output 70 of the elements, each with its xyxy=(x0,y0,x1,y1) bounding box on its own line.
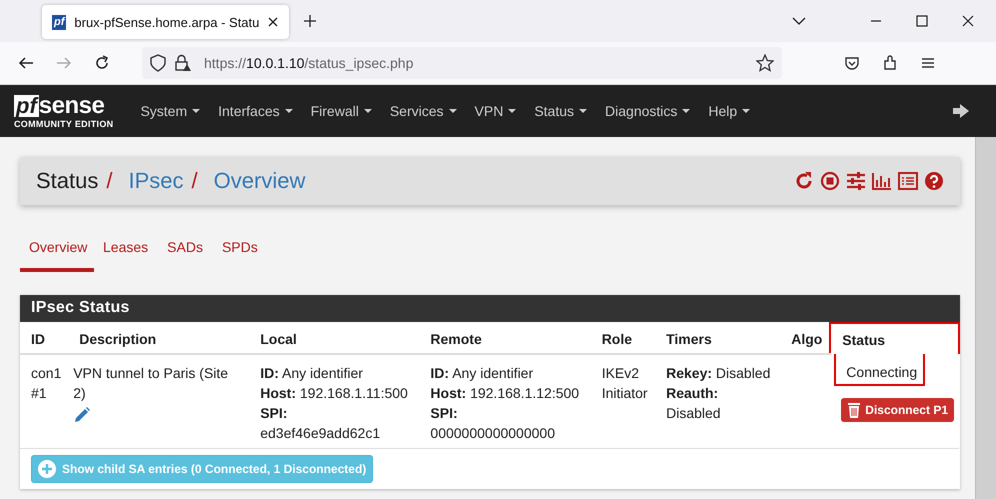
logout-icon[interactable] xyxy=(952,103,970,119)
breadcrumb-text: Status xyxy=(36,168,98,194)
role-text: Initiator xyxy=(602,384,649,403)
nav-menu[interactable]: VPN xyxy=(466,103,526,119)
new-tab-icon[interactable] xyxy=(303,14,318,28)
pfsense-logo[interactable]: pfsense COMMUNITY EDITION xyxy=(14,93,114,129)
column-header: Description xyxy=(68,323,250,354)
column-header: Local xyxy=(249,323,420,354)
edit-pencil-icon[interactable] xyxy=(73,406,92,424)
help-icon[interactable] xyxy=(924,171,944,191)
tab[interactable]: SPDs xyxy=(212,235,268,272)
breadcrumb-separator: / xyxy=(106,168,112,194)
stop-icon[interactable] xyxy=(820,171,840,191)
pocket-icon[interactable] xyxy=(844,55,860,71)
tab[interactable]: Overview xyxy=(20,235,94,272)
star-icon[interactable] xyxy=(756,54,774,72)
nav-menu[interactable]: Status xyxy=(525,103,596,119)
plus-circle-icon xyxy=(38,460,56,478)
column-header: Remote xyxy=(419,323,591,354)
field-line: SPI: xyxy=(430,404,459,423)
shield-icon xyxy=(150,54,166,72)
disconnect-button[interactable]: Disconnect P1 xyxy=(841,398,954,422)
status-text: Connecting xyxy=(834,354,926,386)
field-line: ID: Any identifier xyxy=(430,364,534,383)
close-icon[interactable] xyxy=(267,16,280,28)
scrollbar[interactable] xyxy=(975,137,996,499)
nav-menu[interactable]: Help xyxy=(699,103,760,119)
field-line: Rekey: Disabled xyxy=(666,364,772,383)
column-header: Timers xyxy=(655,323,780,354)
nav-menu[interactable]: System xyxy=(131,103,210,119)
lock-warning-icon xyxy=(174,54,192,72)
panel-title: IPsec Status xyxy=(20,295,960,322)
spi-value: ed3ef46e9add62c1 xyxy=(260,424,382,443)
timer-value: Disabled xyxy=(666,404,722,423)
maximize-icon[interactable] xyxy=(916,15,928,27)
spi-value: 0000000000000000 xyxy=(430,424,556,443)
browser-tab[interactable]: pf brux-pfSense.home.arpa - Statu xyxy=(42,5,290,39)
nav-menu[interactable]: Diagnostics xyxy=(596,103,700,119)
column-header: Role xyxy=(590,323,656,354)
column-header: ID xyxy=(20,323,68,354)
close-icon[interactable] xyxy=(962,15,974,27)
address-field[interactable]: https://10.0.1.10/status_ipsec.php xyxy=(142,47,782,79)
list-icon[interactable] xyxy=(898,171,918,191)
dropdown-icon[interactable] xyxy=(792,16,806,26)
field-line: ID: Any identifier xyxy=(260,364,364,383)
nav-menu[interactable]: Services xyxy=(380,103,466,119)
connection-id: #1 xyxy=(31,384,48,403)
column-header: Algo xyxy=(780,323,830,354)
tab-title: brux-pfSense.home.arpa - Statu xyxy=(74,14,260,30)
sliders-icon[interactable] xyxy=(846,171,866,191)
url-text: https://10.0.1.10/status_ipsec.php xyxy=(204,55,414,71)
column-header: Status xyxy=(830,323,959,354)
field-line: Host: 192.168.1.11:500 xyxy=(260,384,409,403)
connection-id: con1 xyxy=(31,364,62,383)
bar-chart-icon[interactable] xyxy=(872,171,892,191)
favicon-icon: pf xyxy=(52,14,66,30)
role-text: IKEv2 xyxy=(602,364,640,383)
back-icon[interactable] xyxy=(18,55,34,71)
trash-icon xyxy=(847,402,862,418)
extensions-icon[interactable] xyxy=(882,55,898,71)
field-line: SPI: xyxy=(260,404,288,423)
breadcrumb-separator: / xyxy=(192,168,198,194)
nav-menu[interactable]: Firewall xyxy=(302,103,381,119)
nav-menu[interactable]: Interfaces xyxy=(209,103,302,119)
tab[interactable]: SADs xyxy=(158,235,213,272)
field-line: Host: 192.168.1.12:500 xyxy=(430,384,580,403)
field-line: Reauth: xyxy=(666,384,720,403)
tab[interactable]: Leases xyxy=(94,235,158,272)
description-text: VPN tunnel to Paris (Site 2) xyxy=(73,364,230,403)
reload-icon[interactable] xyxy=(94,55,110,71)
